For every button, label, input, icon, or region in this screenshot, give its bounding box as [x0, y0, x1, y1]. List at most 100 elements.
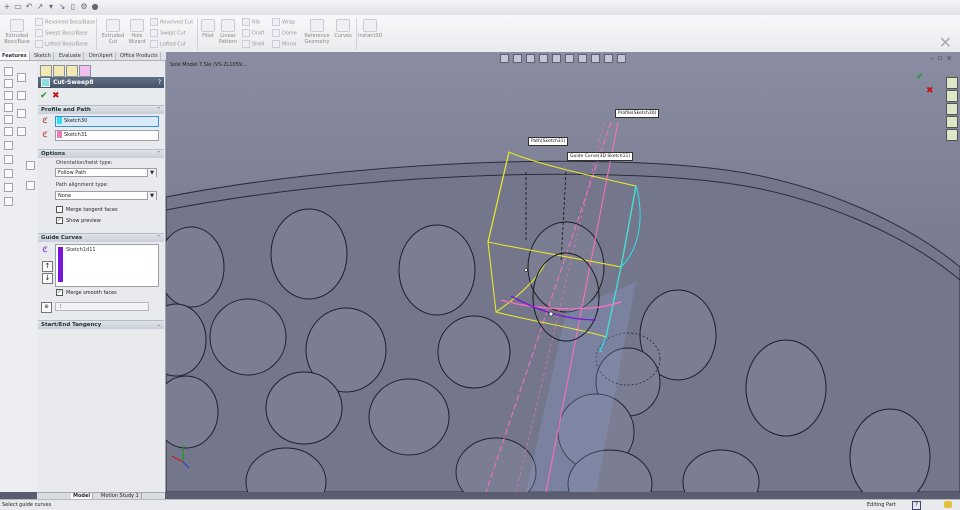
- rib-button[interactable]: Rib: [242, 18, 260, 26]
- tree-item-icon[interactable]: [4, 183, 13, 192]
- display-style-icon[interactable]: [565, 54, 574, 63]
- move-down-button[interactable]: ↓: [42, 273, 53, 284]
- open-icon[interactable]: ▭: [14, 2, 22, 12]
- help-light-icon[interactable]: ●: [91, 2, 99, 12]
- dome-button[interactable]: Dome: [272, 29, 297, 37]
- tree-item-icon[interactable]: [17, 73, 26, 82]
- tree-item-icon[interactable]: [17, 109, 26, 118]
- revolved-cut-button[interactable]: Revolved Cut: [150, 18, 193, 26]
- hide-show-icon[interactable]: [578, 54, 587, 63]
- section-view-icon[interactable]: [539, 54, 548, 63]
- swept-cut-button[interactable]: Swept Cut: [150, 29, 186, 37]
- curves-button[interactable]: Curves: [333, 19, 353, 39]
- graphics-viewport[interactable]: Sole Model 7.Sle (VS-2L1059... –▫× ✔ ✖ P…: [166, 52, 960, 492]
- tree-item-icon[interactable]: [4, 127, 13, 136]
- select-icon[interactable]: ↗: [36, 2, 44, 12]
- undo-icon[interactable]: ↶: [25, 2, 33, 12]
- hole-wizard-button[interactable]: Hole Wizard: [127, 19, 147, 45]
- tab-evaluate[interactable]: Evaluate: [57, 52, 84, 60]
- path-selection-field[interactable]: Sketch31: [55, 130, 159, 141]
- zoom-fit-icon[interactable]: [500, 54, 509, 63]
- lofted-cut-button[interactable]: Lofted Cut: [150, 40, 186, 48]
- tab-office-products[interactable]: Office Products: [118, 52, 161, 60]
- view-settings-icon[interactable]: [617, 54, 626, 63]
- reference-geometry-button[interactable]: Reference Geometry: [303, 19, 331, 45]
- feature-manager-icon[interactable]: [40, 65, 52, 77]
- tree-item-icon[interactable]: [4, 91, 13, 100]
- view-orientation-icon[interactable]: [552, 54, 561, 63]
- arrow-down-icon[interactable]: ▾: [47, 2, 55, 12]
- new-icon[interactable]: +: [3, 2, 11, 12]
- window-controls[interactable]: –▫×: [930, 54, 956, 62]
- rebuild-icon[interactable]: ↘: [58, 2, 66, 12]
- edit-appearance-icon[interactable]: [591, 54, 600, 63]
- extruded-cut-button[interactable]: Extruded Cut: [101, 19, 125, 45]
- tab-sketch[interactable]: Sketch: [32, 52, 54, 60]
- tree-item-icon[interactable]: [26, 181, 35, 190]
- notification-icon[interactable]: [944, 501, 952, 508]
- guide-curve-item[interactable]: Sketch1d11: [66, 247, 96, 253]
- collapse-icon[interactable]: ⌃: [156, 234, 161, 242]
- cancel-button[interactable]: ✖: [52, 91, 60, 101]
- section-spinner[interactable]: 1: [55, 302, 149, 311]
- tree-item-icon[interactable]: [4, 115, 13, 124]
- lofted-boss-button[interactable]: Lofted Boss/Base: [35, 40, 88, 48]
- revolved-boss-button[interactable]: Revolved Boss/Base: [35, 18, 95, 26]
- mirror-button[interactable]: Mirror: [272, 40, 297, 48]
- ok-button[interactable]: ✔: [40, 91, 48, 101]
- callout-profile[interactable]: Profile(Sketch30): [615, 109, 660, 118]
- merge-smooth-checkbox[interactable]: ✓ Merge smooth faces: [56, 289, 117, 297]
- zoom-area-icon[interactable]: [513, 54, 522, 63]
- confirm-corner-cancel-icon[interactable]: ✖: [926, 86, 934, 96]
- linear-pattern-button[interactable]: Linear Pattern: [218, 19, 238, 45]
- section-guide-curves[interactable]: Guide Curves ⌃: [38, 233, 164, 242]
- callout-path[interactable]: Path(Sketch31): [528, 137, 569, 146]
- tree-item-icon[interactable]: [17, 127, 26, 136]
- callout-guide-curve[interactable]: Guide Curve(3D Sketch11): [567, 152, 634, 161]
- section-profile-path[interactable]: Profile and Path ⌃: [38, 105, 164, 114]
- file-explorer-icon[interactable]: [946, 103, 958, 115]
- extruded-boss-button[interactable]: Extruded Boss/Base: [4, 19, 30, 45]
- scene-icon[interactable]: [604, 54, 613, 63]
- swept-boss-button[interactable]: Swept Boss/Base: [35, 29, 88, 37]
- tree-item-icon[interactable]: [17, 91, 26, 100]
- save-icon[interactable]: ▯: [69, 2, 77, 12]
- tree-item-icon[interactable]: [4, 67, 13, 76]
- tree-item-icon[interactable]: [4, 155, 13, 164]
- tree-item-icon[interactable]: [4, 169, 13, 178]
- confirm-corner-ok-icon[interactable]: ✔: [916, 72, 924, 82]
- expand-icon[interactable]: ⌄: [156, 321, 161, 329]
- view-palette-icon[interactable]: [946, 116, 958, 128]
- guide-curves-list[interactable]: Sketch1d11: [55, 244, 159, 287]
- move-up-button[interactable]: ↑: [42, 261, 53, 272]
- tree-item-icon[interactable]: [4, 141, 13, 150]
- appearances-icon[interactable]: [946, 129, 958, 141]
- orientation-dropdown[interactable]: Follow Path ▼: [55, 168, 157, 177]
- tree-item-icon[interactable]: [4, 197, 13, 206]
- property-manager-icon[interactable]: [53, 65, 65, 77]
- profile-selection-field[interactable]: Sketch30: [55, 116, 159, 127]
- merge-tangent-checkbox[interactable]: Merge tangent faces: [56, 206, 118, 214]
- tree-item-icon[interactable]: [4, 79, 13, 88]
- fillet-button[interactable]: Fillet: [200, 19, 216, 39]
- section-options[interactable]: Options ⌃: [38, 149, 164, 158]
- design-library-icon[interactable]: [946, 90, 958, 102]
- appearance-icon[interactable]: [79, 65, 91, 77]
- collapse-icon[interactable]: ⌃: [156, 106, 161, 114]
- alignment-dropdown[interactable]: None ▼: [55, 191, 157, 200]
- options-icon[interactable]: ⚙: [80, 2, 88, 12]
- configuration-icon[interactable]: [66, 65, 78, 77]
- resources-icon[interactable]: [946, 77, 958, 89]
- previous-view-icon[interactable]: [526, 54, 535, 63]
- show-preview-checkbox[interactable]: ✓ Show preview: [56, 217, 101, 225]
- section-start-end-tangency[interactable]: Start/End Tangency ⌄: [38, 320, 164, 329]
- tree-item-icon[interactable]: [4, 103, 13, 112]
- collapse-icon[interactable]: ⌃: [156, 150, 161, 158]
- tab-dimxpert[interactable]: DimXpert: [87, 52, 116, 60]
- instant3d-button[interactable]: Instant3D: [358, 19, 382, 39]
- shell-button[interactable]: Shell: [242, 40, 264, 48]
- help-button[interactable]: ?: [158, 77, 161, 88]
- tree-item-icon[interactable]: [26, 161, 35, 170]
- tab-features[interactable]: Features: [0, 52, 30, 60]
- show-sections-button[interactable]: ⊕: [41, 302, 52, 313]
